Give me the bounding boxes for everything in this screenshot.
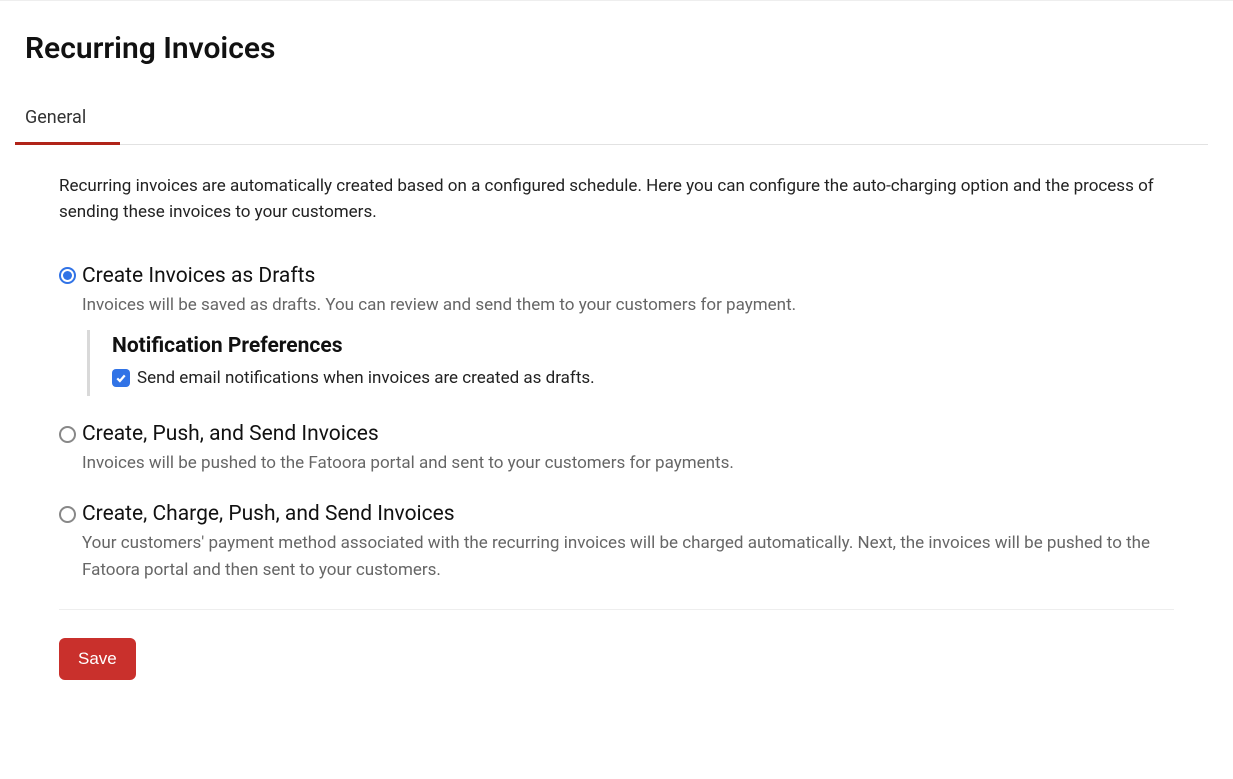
option-desc-push-send: Invoices will be pushed to the Fatoora p…: [82, 450, 1174, 476]
radio-create-drafts[interactable]: [59, 267, 76, 284]
tab-general[interactable]: General: [15, 107, 120, 145]
option-push-send: Create, Push, and Send Invoices Invoices…: [59, 422, 1174, 476]
notification-preferences-title: Notification Preferences: [112, 334, 1174, 358]
option-label-push-send[interactable]: Create, Push, and Send Invoices: [82, 422, 379, 446]
tabs-bar: General: [25, 106, 1208, 145]
option-create-drafts: Create Invoices as Drafts Invoices will …: [59, 264, 1174, 396]
radio-charge-push-send[interactable]: [59, 506, 76, 523]
divider: [59, 609, 1174, 610]
check-icon: [115, 372, 127, 384]
save-button[interactable]: Save: [59, 638, 136, 680]
notification-preferences-box: Notification Preferences Send email noti…: [87, 330, 1174, 396]
intro-text: Recurring invoices are automatically cre…: [59, 173, 1174, 226]
checkbox-label-email-notifications[interactable]: Send email notifications when invoices a…: [137, 368, 595, 388]
checkbox-email-notifications[interactable]: [112, 369, 130, 387]
radio-push-send[interactable]: [59, 426, 76, 443]
option-desc-charge-push-send: Your customers' payment method associate…: [82, 530, 1174, 583]
option-label-charge-push-send[interactable]: Create, Charge, Push, and Send Invoices: [82, 502, 455, 526]
option-desc-create-drafts: Invoices will be saved as drafts. You ca…: [82, 292, 1174, 318]
option-charge-push-send: Create, Charge, Push, and Send Invoices …: [59, 502, 1174, 583]
page-title: Recurring Invoices: [25, 31, 1208, 66]
option-label-create-drafts[interactable]: Create Invoices as Drafts: [82, 264, 315, 288]
